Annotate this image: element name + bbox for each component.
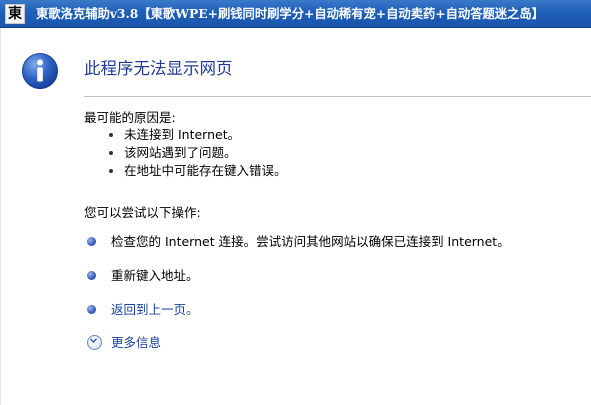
page-title: 此程序无法显示网页	[84, 59, 233, 78]
bullet-dot-icon	[109, 133, 113, 137]
reason-item: 该网站遇到了问题。	[108, 144, 287, 162]
reasons-heading: 最可能的原因是:	[84, 110, 176, 125]
chevron-down-icon	[90, 338, 97, 343]
app-icon[interactable]: 東	[5, 4, 25, 24]
actions-heading: 您可以尝试以下操作:	[84, 205, 201, 220]
window-title: 東歌洛克辅助v3.8【東歌WPE+刷钱同时刷学分+自动稀有宠+自动卖药+自动答题…	[36, 6, 544, 21]
info-icon	[22, 53, 58, 89]
reason-text: 未连接到 Internet。	[124, 127, 241, 142]
blue-bullet-icon	[87, 305, 96, 314]
blue-bullet-icon	[87, 271, 96, 280]
reason-item: 未连接到 Internet。	[108, 126, 287, 144]
action-text: 重新键入地址。	[111, 268, 199, 283]
error-page: 此程序无法显示网页 最可能的原因是: 未连接到 Internet。 该网站遇到了…	[0, 28, 591, 405]
reason-item: 在地址中可能存在键入错误。	[108, 162, 287, 180]
blue-bullet-icon	[87, 237, 96, 246]
reason-text: 该网站遇到了问题。	[124, 145, 237, 160]
title-bar: 東 東歌洛克辅助v3.8【東歌WPE+刷钱同时刷学分+自动稀有宠+自动卖药+自动…	[0, 0, 591, 28]
reason-text: 在地址中可能存在键入错误。	[124, 163, 287, 178]
bullet-dot-icon	[109, 151, 113, 155]
more-info-link[interactable]: 更多信息	[111, 334, 161, 352]
bullet-dot-icon	[109, 169, 113, 173]
action-text: 检查您的 Internet 连接。尝试访问其他网站以确保已连接到 Interne…	[111, 234, 510, 249]
title-divider	[84, 96, 591, 97]
reasons-list: 未连接到 Internet。 该网站遇到了问题。 在地址中可能存在键入错误。	[108, 126, 287, 180]
back-link[interactable]: 返回到上一页。	[111, 301, 199, 319]
